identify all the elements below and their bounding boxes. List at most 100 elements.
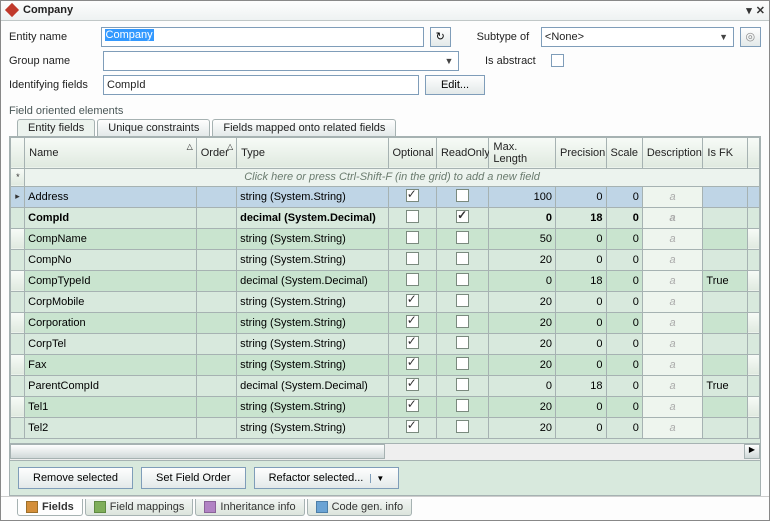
cell-maxlength[interactable]: 50 bbox=[489, 228, 556, 249]
cell-scale[interactable]: 0 bbox=[606, 291, 642, 312]
col-header[interactable]: Is FK bbox=[703, 137, 747, 168]
table-row[interactable]: ▸Addressstring (System.String)10000a bbox=[11, 186, 760, 207]
cell-precision[interactable]: 0 bbox=[556, 291, 606, 312]
cell-order[interactable] bbox=[196, 186, 236, 207]
cell-isfk[interactable] bbox=[703, 354, 747, 375]
cell-name[interactable]: CompId bbox=[25, 207, 197, 228]
cell-description[interactable]: a bbox=[642, 291, 703, 312]
entity-name-input[interactable]: Company bbox=[101, 27, 424, 47]
cell-maxlength[interactable]: 0 bbox=[489, 207, 556, 228]
cell-description[interactable]: a bbox=[642, 270, 703, 291]
cell-precision[interactable]: 0 bbox=[556, 312, 606, 333]
table-row[interactable]: CompNostring (System.String)2000a bbox=[11, 249, 760, 270]
checkbox-icon[interactable] bbox=[406, 294, 419, 307]
cell-name[interactable]: CorpMobile bbox=[25, 291, 197, 312]
checkbox-icon[interactable] bbox=[406, 210, 419, 223]
cell-precision[interactable]: 18 bbox=[556, 207, 606, 228]
checkbox-icon[interactable] bbox=[456, 210, 469, 223]
checkbox-icon[interactable] bbox=[456, 315, 469, 328]
cell-readonly[interactable] bbox=[436, 186, 488, 207]
cell-isfk[interactable] bbox=[703, 249, 747, 270]
cell-readonly[interactable] bbox=[436, 270, 488, 291]
cell-description[interactable]: a bbox=[642, 186, 703, 207]
cell-maxlength[interactable]: 20 bbox=[489, 291, 556, 312]
cell-order[interactable] bbox=[196, 249, 236, 270]
cell-order[interactable] bbox=[196, 207, 236, 228]
cell-readonly[interactable] bbox=[436, 333, 488, 354]
cell-maxlength[interactable]: 20 bbox=[489, 333, 556, 354]
col-header[interactable]: Type bbox=[237, 137, 388, 168]
checkbox-icon[interactable] bbox=[456, 378, 469, 391]
group-name-combo[interactable]: ▼ bbox=[103, 51, 459, 71]
cell-name[interactable]: Address bbox=[25, 186, 197, 207]
table-row[interactable]: Tel2string (System.String)2000a bbox=[11, 417, 760, 438]
col-header[interactable]: Order△ bbox=[196, 137, 236, 168]
cell-description[interactable]: a bbox=[642, 207, 703, 228]
cell-optional[interactable] bbox=[388, 270, 436, 291]
cell-order[interactable] bbox=[196, 228, 236, 249]
cell-precision[interactable]: 0 bbox=[556, 396, 606, 417]
cell-maxlength[interactable]: 20 bbox=[489, 354, 556, 375]
checkbox-icon[interactable] bbox=[456, 273, 469, 286]
is-abstract-checkbox[interactable] bbox=[551, 54, 564, 67]
grid-scroll[interactable]: Name△Order△TypeOptionalReadOnlyMax. Leng… bbox=[10, 137, 760, 443]
cell-description[interactable]: a bbox=[642, 249, 703, 270]
cell-maxlength[interactable]: 20 bbox=[489, 417, 556, 438]
cell-type[interactable]: string (System.String) bbox=[237, 312, 388, 333]
cell-precision[interactable]: 0 bbox=[556, 417, 606, 438]
cell-readonly[interactable] bbox=[436, 312, 488, 333]
cell-isfk[interactable] bbox=[703, 186, 747, 207]
cell-type[interactable]: string (System.String) bbox=[237, 249, 388, 270]
cell-name[interactable]: Tel2 bbox=[25, 417, 197, 438]
cell-description[interactable]: a bbox=[642, 228, 703, 249]
cell-maxlength[interactable]: 20 bbox=[489, 312, 556, 333]
cell-type[interactable]: decimal (System.Decimal) bbox=[237, 207, 388, 228]
remove-selected-button[interactable]: Remove selected bbox=[18, 467, 133, 489]
cell-type[interactable]: string (System.String) bbox=[237, 186, 388, 207]
table-row[interactable]: Tel1string (System.String)2000a bbox=[11, 396, 760, 417]
cell-optional[interactable] bbox=[388, 375, 436, 396]
checkbox-icon[interactable] bbox=[456, 294, 469, 307]
cell-isfk[interactable] bbox=[703, 291, 747, 312]
subtype-action-button[interactable]: ◎ bbox=[740, 27, 761, 47]
cell-optional[interactable] bbox=[388, 228, 436, 249]
cell-type[interactable]: decimal (System.Decimal) bbox=[237, 375, 388, 396]
cell-name[interactable]: CorpTel bbox=[25, 333, 197, 354]
new-row-hint[interactable]: Click here or press Ctrl-Shift-F (in the… bbox=[25, 168, 760, 186]
cell-readonly[interactable] bbox=[436, 228, 488, 249]
cell-order[interactable] bbox=[196, 270, 236, 291]
cell-scale[interactable]: 0 bbox=[606, 354, 642, 375]
cell-readonly[interactable] bbox=[436, 396, 488, 417]
checkbox-icon[interactable] bbox=[406, 357, 419, 370]
cell-scale[interactable]: 0 bbox=[606, 228, 642, 249]
cell-readonly[interactable] bbox=[436, 249, 488, 270]
checkbox-icon[interactable] bbox=[406, 252, 419, 265]
cell-description[interactable]: a bbox=[642, 312, 703, 333]
cell-name[interactable]: CompNo bbox=[25, 249, 197, 270]
cell-type[interactable]: string (System.String) bbox=[237, 291, 388, 312]
cell-optional[interactable] bbox=[388, 417, 436, 438]
cell-name[interactable]: Corporation bbox=[25, 312, 197, 333]
cell-name[interactable]: Fax bbox=[25, 354, 197, 375]
checkbox-icon[interactable] bbox=[456, 336, 469, 349]
cell-isfk[interactable] bbox=[703, 396, 747, 417]
checkbox-icon[interactable] bbox=[406, 399, 419, 412]
col-header[interactable]: Precision bbox=[556, 137, 606, 168]
cell-readonly[interactable] bbox=[436, 354, 488, 375]
col-header[interactable]: ReadOnly bbox=[436, 137, 488, 168]
cell-maxlength[interactable]: 0 bbox=[489, 270, 556, 291]
table-row[interactable]: ParentCompIddecimal (System.Decimal)0180… bbox=[11, 375, 760, 396]
cell-order[interactable] bbox=[196, 312, 236, 333]
checkbox-icon[interactable] bbox=[456, 231, 469, 244]
tab-bottom-0[interactable]: Fields bbox=[17, 499, 83, 516]
checkbox-icon[interactable] bbox=[406, 420, 419, 433]
col-header[interactable]: Scale bbox=[606, 137, 642, 168]
cell-description[interactable]: a bbox=[642, 354, 703, 375]
checkbox-icon[interactable] bbox=[406, 231, 419, 244]
cell-description[interactable]: a bbox=[642, 396, 703, 417]
cell-scale[interactable]: 0 bbox=[606, 312, 642, 333]
cell-order[interactable] bbox=[196, 417, 236, 438]
cell-order[interactable] bbox=[196, 291, 236, 312]
cell-precision[interactable]: 0 bbox=[556, 354, 606, 375]
cell-isfk[interactable]: True bbox=[703, 270, 747, 291]
